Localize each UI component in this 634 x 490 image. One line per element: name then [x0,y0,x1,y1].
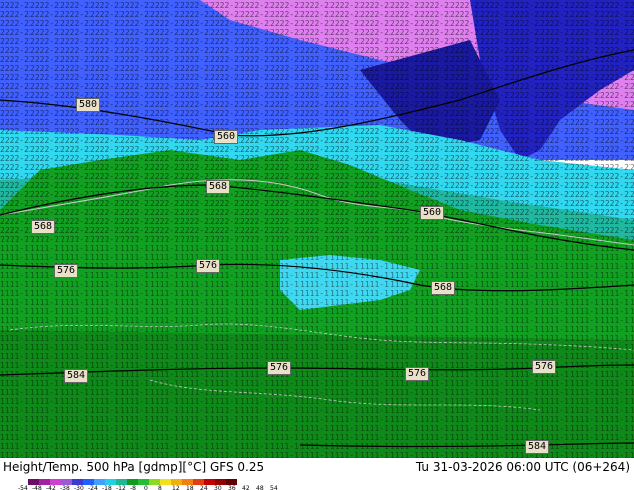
legend-tick-labels: -54 -48 -42 -38 -30 -24 -18 -12 -8 0 8 12 18 24 30 36 42… [18,485,308,490]
legend-tick: 24 [200,485,208,490]
contour-label: 576 [405,367,430,381]
legend-tick: 12 [172,485,180,490]
legend-tick: 0 [144,485,148,490]
legend-tick: -42 [46,485,56,490]
legend-tick: 48 [256,485,264,490]
contour-label: 576 [267,361,292,375]
legend-tick: 30 [214,485,222,490]
contour-label: 560 [420,206,445,220]
color-legend: -54 -48 -42 -38 -30 -24 -18 -12 -8 0 8 12 18 24 30 36 42… [18,479,278,490]
legend-tick: 54 [270,485,278,490]
contour-label: 576 [54,264,79,278]
legend-tick: -12 [116,485,126,490]
legend-tick: -48 [32,485,42,490]
contour-label: 568 [206,180,231,194]
legend-tick: -38 [60,485,70,490]
weather-map-view: 2222-2222 1111-1111 580 560 568 [0,0,634,490]
legend-tick: 18 [186,485,194,490]
legend-tick: 42 [242,485,250,490]
legend-tick: 36 [228,485,236,490]
temperature-map: 2222-2222 1111-1111 [0,0,634,458]
contour-label: 576 [532,360,557,374]
legend-tick: 8 [158,485,162,490]
contour-label: 584 [64,369,89,383]
contour-label: 584 [525,440,550,454]
legend-tick: -54 [18,485,28,490]
map-timestamp: Tu 31-03-2026 06:00 UTC (06+264) [415,460,630,474]
map-footer: Height/Temp. 500 hPa [gdmp][°C] GFS 0.25… [0,458,634,490]
digit-grid-overlay-lower [0,240,634,458]
legend-tick: -30 [74,485,84,490]
contour-label: 576 [196,259,221,273]
digit-grid-overlay [0,0,634,240]
contour-label: 568 [31,220,56,234]
legend-tick: -18 [102,485,112,490]
map-title: Height/Temp. 500 hPa [gdmp][°C] GFS 0.25 [3,460,265,474]
contour-label: 580 [76,98,101,112]
contour-label: 560 [214,130,239,144]
contour-label: 568 [431,281,456,295]
legend-tick: -24 [88,485,98,490]
legend-tick: -8 [130,485,136,490]
